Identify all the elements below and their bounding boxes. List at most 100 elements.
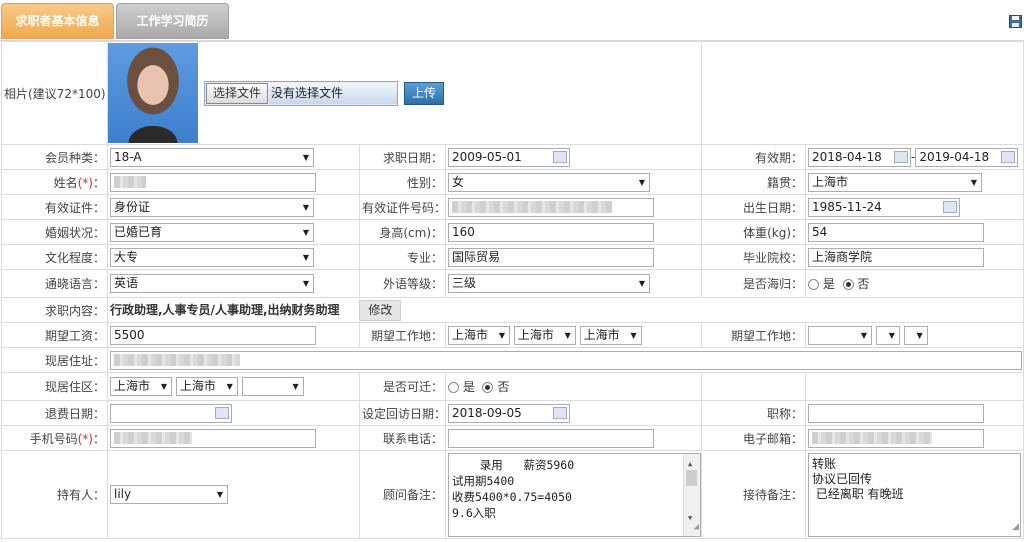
work-place-label: 期望工作地：	[359, 322, 446, 348]
gender-select[interactable]: 女 ▼	[448, 172, 650, 192]
save-icon[interactable]	[1009, 15, 1022, 28]
native-place-select[interactable]: 上海市 ▼	[808, 172, 983, 192]
valid-to-input[interactable]: 2019-04-18	[915, 147, 1019, 167]
work2-province-select[interactable]: ▼	[808, 325, 873, 345]
relocate-radio-group: 是 否	[444, 372, 703, 401]
lang-level-select[interactable]: 三级 ▼	[448, 274, 650, 293]
upload-button[interactable]: 上传	[404, 81, 445, 105]
calendar-icon[interactable]	[894, 150, 909, 163]
phone-input[interactable]	[448, 428, 654, 448]
height-input[interactable]: 160	[448, 222, 654, 242]
tab-resume[interactable]: 工作学习简历	[116, 3, 229, 39]
chevron-down-icon: ▼	[216, 490, 223, 499]
tab-basic-info[interactable]: 求职者基本信息	[1, 3, 114, 39]
area-province-select[interactable]: 上海市 ▼	[110, 377, 172, 396]
reception-note-textarea[interactable]: 转账 协议已回传 已经离职 有晚班 ◢	[808, 452, 1022, 537]
holder-select[interactable]: lily ▼	[110, 485, 228, 504]
area-city-select[interactable]: 上海市 ▼	[175, 377, 238, 396]
returnee-no-radio[interactable]	[842, 279, 854, 290]
area-label: 现居住区：	[1, 372, 108, 401]
school-input[interactable]: 上海商学院	[808, 247, 985, 267]
major-label: 专业：	[359, 244, 446, 270]
chevron-down-icon: ▼	[302, 252, 309, 262]
chevron-down-icon: ▼	[302, 227, 309, 237]
work-city-select[interactable]: 上海市 ▼	[513, 325, 576, 345]
native-place-label: 籍贯：	[701, 169, 807, 195]
holder-label: 持有人：	[1, 450, 108, 539]
work2-city-select[interactable]: ▼	[875, 325, 900, 345]
resize-grip-icon[interactable]: ◢	[1012, 520, 1019, 535]
applicant-form: 相片(建议72*100)： 选择文件 没有选择文件 上传 会员种类： 18-A ▼ …	[1, 41, 1024, 539]
calendar-icon[interactable]	[553, 406, 567, 419]
returnee-label: 是否海归：	[701, 269, 807, 298]
salary-label: 期望工资：	[1, 322, 108, 348]
weight-label: 体重(kg)：	[701, 219, 807, 245]
member-type-select[interactable]: 18-A ▼	[110, 147, 314, 167]
height-label: 身高(cm)：	[359, 219, 446, 245]
relocate-no-radio[interactable]	[482, 382, 494, 393]
work-province-select[interactable]: 上海市 ▼	[448, 325, 510, 345]
advisor-note-label: 顾问备注：	[359, 450, 446, 539]
refund-date-label: 退费日期：	[1, 400, 108, 426]
salary-input[interactable]: 5500	[110, 325, 316, 345]
member-type-label: 会员种类：	[1, 144, 108, 170]
chevron-down-icon: ▼	[638, 279, 645, 288]
applicant-photo	[108, 43, 198, 143]
chevron-down-icon: ▼	[302, 279, 309, 288]
area-district-select[interactable]: ▼	[241, 377, 304, 396]
title-label: 职称：	[701, 400, 807, 426]
chevron-down-icon: ▼	[970, 177, 978, 187]
id-type-select[interactable]: 身份证 ▼	[110, 197, 314, 217]
valid-from-input[interactable]: 2018-04-18	[808, 147, 912, 167]
calendar-icon[interactable]	[553, 150, 567, 163]
mobile-label: 手机号码(*)：	[1, 425, 108, 451]
education-select[interactable]: 大专 ▼	[110, 247, 314, 267]
job-date-input[interactable]: 2009-05-01	[448, 147, 570, 167]
email-label: 电子邮箱：	[701, 425, 807, 451]
lang-level-label: 外语等级：	[359, 269, 446, 298]
education-label: 文化程度：	[1, 244, 108, 270]
mobile-input[interactable]	[110, 428, 316, 448]
id-number-input[interactable]	[448, 197, 654, 217]
calendar-icon[interactable]	[215, 406, 229, 419]
work-district-select[interactable]: 上海市 ▼	[579, 325, 642, 345]
marital-label: 婚姻状况：	[1, 219, 108, 245]
school-label: 毕业院校：	[701, 244, 807, 270]
choose-file-button[interactable]: 选择文件	[206, 82, 269, 104]
advisor-note-textarea[interactable]: 录用 薪资5960 试用期5400 收费5400*0.75=4050 9.6入职…	[448, 452, 701, 537]
visit-date-label: 设定回访日期：	[359, 400, 446, 426]
job-content-value: 行政助理,人事专员/人事助理,出纳财务助理	[110, 302, 340, 317]
id-type-label: 有效证件：	[1, 194, 108, 220]
weight-input[interactable]: 54	[808, 222, 985, 242]
relocate-yes-radio[interactable]	[448, 382, 459, 393]
refund-date-input[interactable]	[110, 403, 232, 423]
visit-date-input[interactable]: 2018-09-05	[448, 403, 570, 423]
birth-date-input[interactable]: 1985-11-24	[808, 197, 961, 217]
calendar-icon[interactable]	[943, 200, 958, 213]
job-content-label: 求职内容：	[1, 297, 108, 323]
photo-label: 相片(建议72*100)：	[1, 41, 108, 145]
phone-label: 联系电话：	[359, 425, 446, 451]
returnee-yes-label: 是	[822, 277, 835, 291]
relocate-no-label: 否	[497, 380, 510, 394]
tab-bar: 求职者基本信息 工作学习简历	[0, 0, 1024, 41]
marital-select[interactable]: 已婚已育 ▼	[110, 222, 314, 242]
chevron-down-icon: ▼	[302, 202, 309, 212]
email-input[interactable]	[808, 428, 985, 448]
file-picker[interactable]: 选择文件 没有选择文件	[204, 80, 399, 106]
edit-job-content-button[interactable]: 修改	[359, 299, 402, 321]
job-date-label: 求职日期：	[359, 144, 446, 170]
address-input[interactable]	[110, 350, 1022, 370]
resize-grip-icon[interactable]: ◢	[694, 519, 699, 535]
title-input[interactable]	[808, 403, 985, 423]
name-input[interactable]	[110, 172, 316, 192]
language-select[interactable]: 英语 ▼	[110, 274, 314, 293]
returnee-yes-radio[interactable]	[808, 279, 820, 290]
returnee-radio-group: 是 否	[805, 269, 1024, 298]
calendar-icon[interactable]	[1001, 150, 1016, 163]
chevron-down-icon: ▼	[638, 177, 645, 187]
file-status: 没有选择文件	[269, 82, 398, 104]
major-input[interactable]: 国际贸易	[448, 247, 654, 267]
work2-district-select[interactable]: ▼	[903, 325, 928, 345]
work-place2-label: 期望工作地：	[701, 322, 807, 348]
